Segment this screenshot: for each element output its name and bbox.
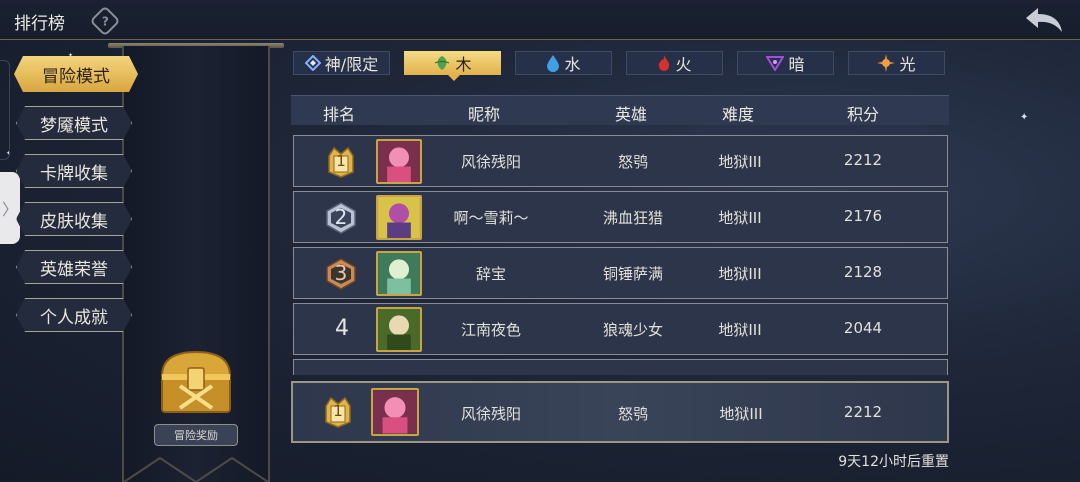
reward-label: 冒险奖励 [174, 429, 218, 442]
sidebar-item-label: 卡牌收集 [40, 163, 108, 184]
tab-light[interactable]: 光 [848, 51, 945, 75]
sidebar-item-label: 英雄荣誉 [40, 259, 108, 280]
dark-sigil-icon [766, 56, 785, 71]
column-header-nickname: 昵称 [467, 105, 501, 124]
back-arrow-icon[interactable] [1022, 4, 1066, 34]
nickname: 啊～雪莉～ [453, 209, 529, 227]
sidebar-item-nightmare[interactable]: 梦魇模式 [16, 106, 132, 140]
sidebar-item-label: 冒险模式 [42, 66, 110, 87]
leaf-icon [435, 56, 450, 70]
hero-avatar[interactable] [376, 139, 422, 184]
table-row-partial [293, 359, 948, 375]
hero-name: 铜锤萨满 [602, 265, 664, 283]
difficulty: 地狱III [718, 321, 762, 339]
star-decoration: ✦ [1020, 112, 1029, 123]
reset-countdown: 9天12小时后重置 [838, 454, 949, 470]
rank-number: 1 [333, 402, 343, 420]
nickname: 江南夜色 [460, 321, 522, 339]
column-header-score: 积分 [846, 105, 880, 124]
my-rank-row[interactable]: 1 风徐残阳 怒鸮 地狱III 2212 [291, 381, 949, 443]
table-row[interactable]: 2 啊～雪莉～ 沸血狂猎 地狱III 2176 [293, 191, 948, 243]
sidebar-item-adventure[interactable]: 冒险模式 [14, 56, 138, 92]
tab-dark[interactable]: 暗 [737, 51, 834, 75]
tab-water[interactable]: 水 [515, 51, 612, 75]
sun-icon [877, 54, 896, 72]
hero-avatar[interactable] [376, 195, 422, 240]
tab-label: 水 [564, 55, 581, 74]
nickname: 辞宝 [475, 265, 507, 283]
difficulty: 地狱III [718, 153, 762, 171]
sidebar-item-skin-collection[interactable]: 皮肤收集 [16, 202, 132, 236]
hero-name: 沸血狂猎 [602, 209, 664, 227]
rank-number: 4 [335, 316, 349, 341]
page-title: 排行榜 [14, 14, 65, 34]
top-bar: 排行榜 ? [0, 0, 1080, 40]
tab-label: 神/限定 [324, 55, 379, 74]
sidebar-item-label: 皮肤收集 [40, 211, 108, 232]
difficulty: 地狱III [718, 209, 762, 227]
table-header: 排名 昵称 英雄 难度 积分 [291, 95, 949, 125]
difficulty: 地狱III [718, 265, 762, 283]
sidebar-ornament [124, 456, 268, 482]
column-header-rank: 排名 [322, 105, 356, 124]
tab-label: 木 [455, 55, 472, 74]
side-drawer-handle[interactable]: 〉 [0, 172, 20, 244]
diamond-icon [304, 55, 321, 71]
score: 2212 [843, 151, 883, 169]
flame-icon [659, 55, 670, 71]
hero-name: 狼魂少女 [602, 321, 664, 339]
rank-number: 3 [334, 261, 348, 285]
rank-number: 2 [334, 205, 348, 229]
tab-label: 火 [675, 55, 692, 74]
adventure-reward-button[interactable]: 冒险奖励 [154, 424, 238, 446]
table-row[interactable]: 4 江南夜色 狼魂少女 地狱III 2044 [293, 303, 948, 355]
sidebar-item-achievements[interactable]: 个人成就 [16, 298, 132, 332]
sidebar-item-hero-honor[interactable]: 英雄荣誉 [16, 250, 132, 284]
rank-number: 1 [336, 152, 346, 170]
difficulty: 地狱III [719, 405, 763, 423]
tab-fire[interactable]: 火 [626, 51, 723, 75]
table-row[interactable]: 1 风徐残阳 怒鸮 地狱III 2212 [293, 135, 948, 187]
sidebar-item-card-collection[interactable]: 卡牌收集 [16, 154, 132, 188]
hero-avatar[interactable] [376, 307, 422, 352]
column-header-hero: 英雄 [614, 105, 648, 124]
left-edge-frame [0, 60, 10, 160]
sidebar-item-label: 个人成就 [40, 307, 108, 328]
treasure-chest-icon[interactable] [154, 346, 238, 418]
sidebar-item-label: 梦魇模式 [40, 115, 108, 136]
column-header-difficulty: 难度 [721, 105, 755, 124]
water-drop-icon [547, 55, 560, 72]
score: 2212 [843, 403, 883, 421]
help-icon[interactable]: ? [89, 5, 121, 37]
tab-label: 暗 [788, 55, 805, 74]
tab-label: 光 [899, 55, 916, 74]
tab-divine-limited[interactable]: 神/限定 [293, 51, 390, 75]
hero-avatar[interactable] [371, 388, 419, 436]
nickname: 风徐残阳 [460, 405, 522, 423]
hero-name: 怒鸮 [617, 153, 649, 171]
score: 2176 [843, 207, 883, 225]
hero-avatar[interactable] [376, 251, 422, 296]
table-row[interactable]: 3 辞宝 铜锤萨满 地狱III 2128 [293, 247, 948, 299]
hero-name: 怒鸮 [617, 405, 649, 423]
score: 2128 [843, 263, 883, 281]
score: 2044 [843, 319, 883, 337]
nickname: 风徐残阳 [460, 153, 522, 171]
tab-wood[interactable]: 木 [404, 51, 501, 81]
